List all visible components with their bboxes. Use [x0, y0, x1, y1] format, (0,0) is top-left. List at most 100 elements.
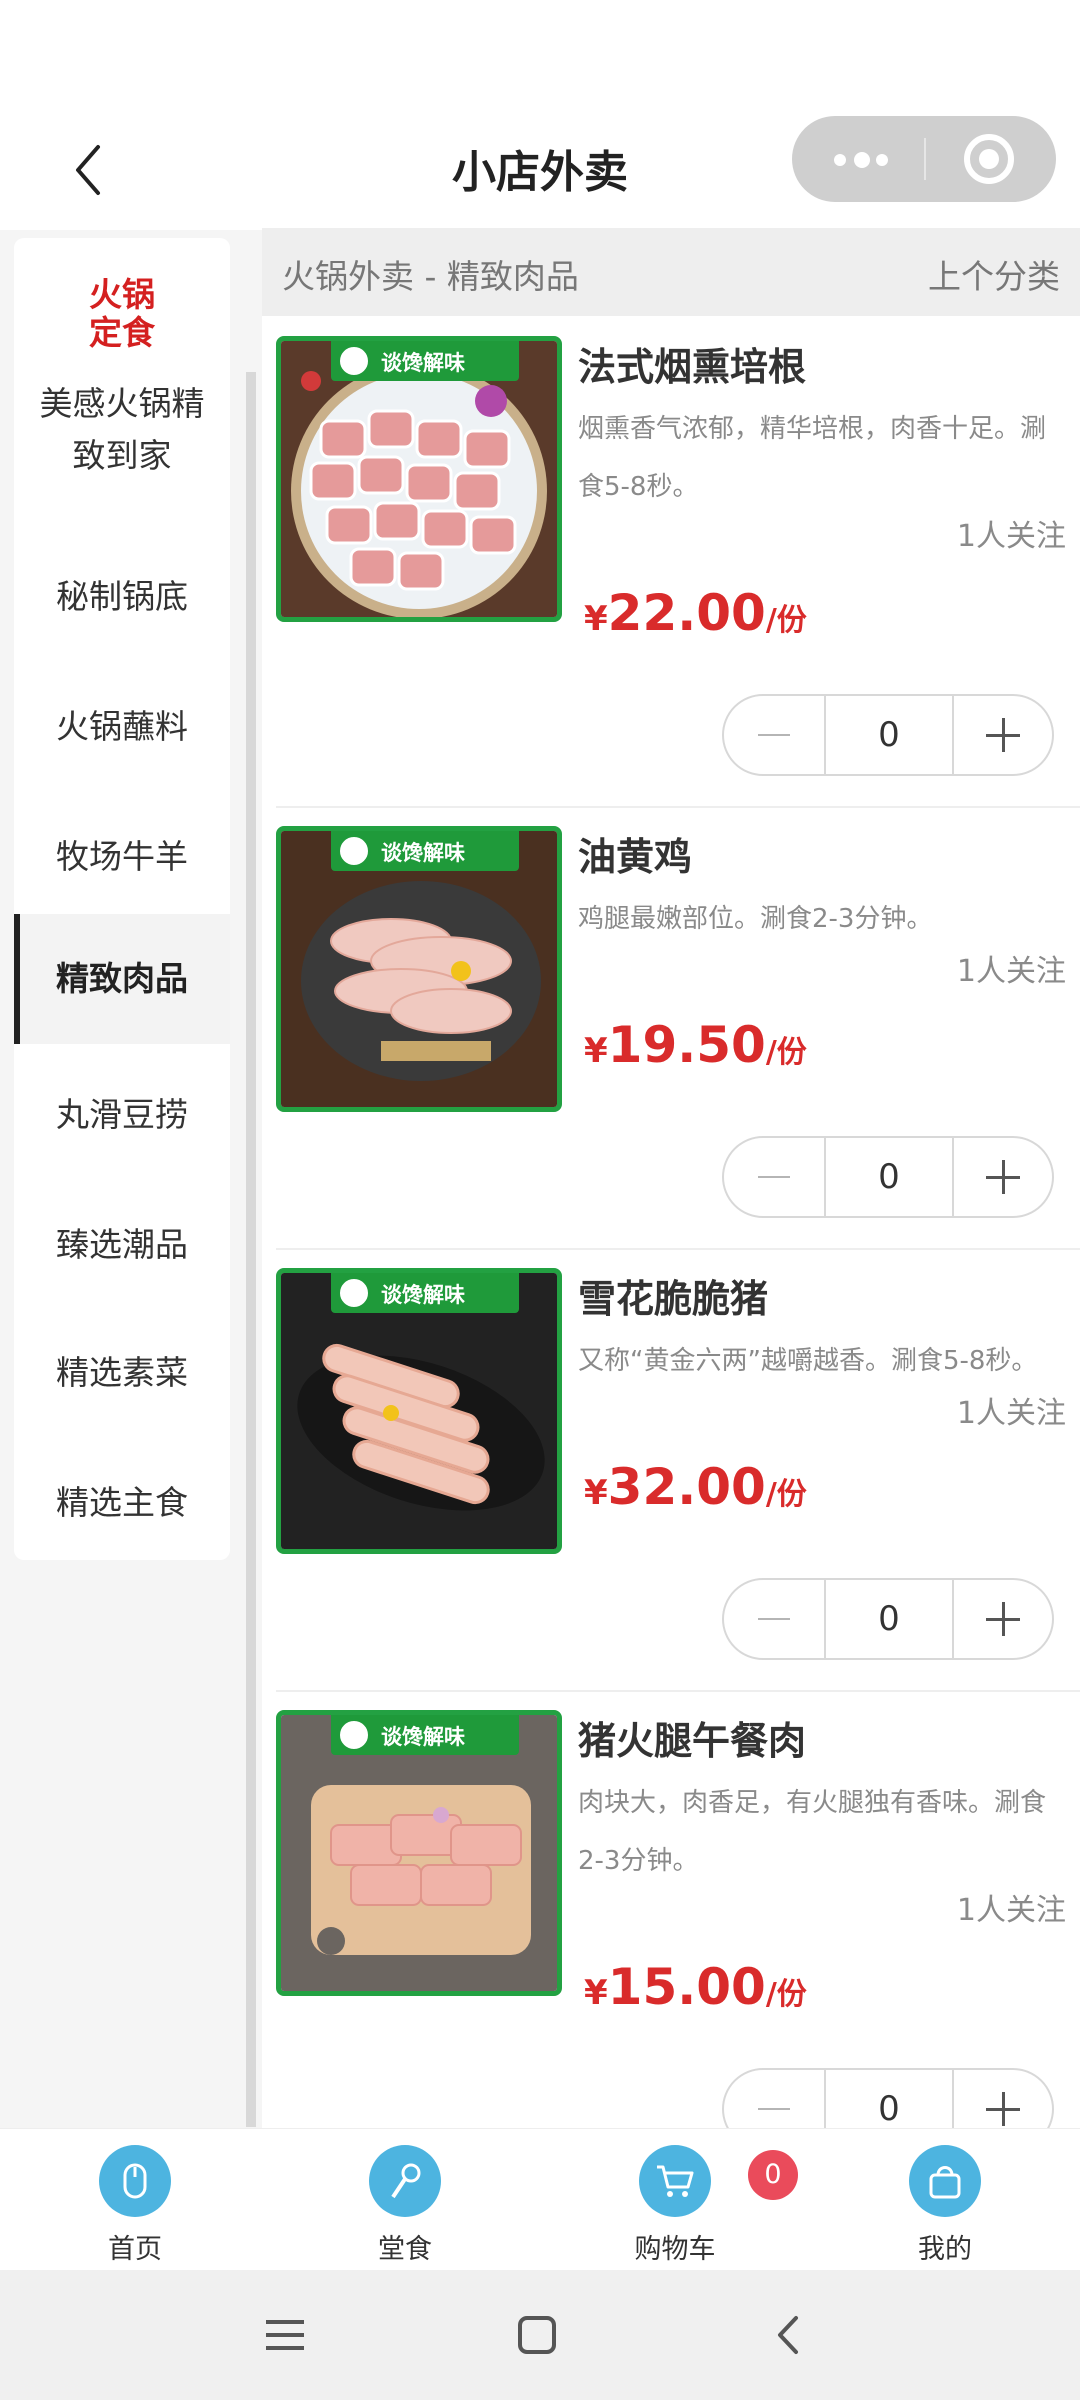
product-image[interactable]: 谈馋解味: [276, 1268, 562, 1554]
sidebar-item[interactable]: 精选素菜: [14, 1346, 230, 1394]
product-name: 法式烟熏培根: [578, 345, 807, 389]
sidebar-item[interactable]: 火锅蘸料: [14, 700, 230, 748]
product-description: 鸡腿最嫩部位。涮食2-3分钟。: [578, 904, 933, 934]
product-name: 雪花脆脆猪: [578, 1277, 769, 1321]
follow-count: 1人关注: [956, 1396, 1066, 1431]
sidebar-item[interactable]: 臻选潮品: [14, 1218, 230, 1266]
product-description: 烟熏香气浓郁，精华培根，肉香十足。涮食5-8秒。: [578, 414, 1047, 502]
increase-button[interactable]: [952, 2070, 1052, 2128]
product-description: 又称“黄金六两”越嚼越香。涮食5-8秒。: [578, 1346, 1038, 1376]
quantity-value[interactable]: 0: [824, 2070, 954, 2128]
sidebar-item[interactable]: 秘制锅底: [14, 570, 230, 618]
tab-mine[interactable]: 我的: [810, 2129, 1080, 2271]
product-photo: [281, 341, 557, 617]
decrease-button[interactable]: [724, 696, 824, 774]
product-image[interactable]: 谈馋解味: [276, 826, 562, 1112]
more-dots-icon: [834, 154, 846, 166]
increase-button[interactable]: [952, 1580, 1052, 1658]
decrease-button[interactable]: [724, 2070, 824, 2128]
follow-count: 1人关注: [956, 1893, 1066, 1928]
divider: [276, 1690, 1080, 1692]
product-name: 油黄鸡: [578, 835, 693, 879]
sidebar-item[interactable]: 精选主食: [14, 1476, 230, 1524]
product-image[interactable]: 谈馋解味: [276, 336, 562, 622]
tab-home[interactable]: 首页: [0, 2129, 270, 2271]
quantity-stepper: 0: [722, 1136, 1054, 1218]
quantity-value[interactable]: 0: [824, 696, 954, 774]
product-image[interactable]: 谈馋解味: [276, 1710, 562, 1996]
brand-badge: 谈馋解味: [331, 1715, 519, 1755]
brand-badge: 谈馋解味: [331, 1273, 519, 1313]
section-title: 火锅外卖 - 精致肉品: [282, 257, 579, 296]
brand-seal-icon: [337, 1718, 371, 1752]
status-bar-area: [0, 0, 1080, 110]
section-header: 火锅外卖 - 精致肉品 上个分类: [262, 228, 1080, 316]
back-arrow-icon: [778, 2316, 798, 2354]
quantity-stepper: 0: [722, 2068, 1054, 2128]
brand-badge-text: 谈馋解味: [381, 1283, 465, 1307]
product-price: ¥32.00/份: [584, 1458, 807, 1516]
product-list[interactable]: 谈馋解味 法式烟熏培根 烟熏香气浓郁，精华培根，肉香十足。涮食5-8秒。 1人关…: [262, 316, 1080, 2128]
cart-count-badge: 0: [748, 2150, 798, 2200]
more-button[interactable]: [792, 116, 924, 202]
product-photo: [281, 1273, 557, 1549]
system-back-button[interactable]: [754, 2300, 824, 2370]
product-price: ¥15.00/份: [584, 1958, 807, 2016]
product-description: 肉块大，肉香足，有火腿独有香味。涮食2-3分钟。: [578, 1788, 1047, 1876]
tab-label: 我的: [918, 2234, 972, 2265]
nav-bar: 小店外卖: [0, 110, 1080, 230]
brand-seal-icon: [337, 344, 371, 378]
prev-category-link[interactable]: 上个分类: [928, 250, 1060, 298]
menu-icon: [266, 2320, 304, 2350]
product-item: 谈馋解味 油黄鸡 鸡腿最嫩部位。涮食2-3分钟。 1人关注 ¥19.50/份 0: [262, 806, 1080, 1248]
tab-label: 堂食: [378, 2234, 432, 2265]
product-price: ¥22.00/份: [584, 584, 807, 642]
brand-badge: 谈馋解味: [331, 831, 519, 871]
increase-button[interactable]: [952, 1138, 1052, 1216]
brand-badge-text: 谈馋解味: [381, 1725, 465, 1749]
brand-seal-icon: [337, 1276, 371, 1310]
decrease-button[interactable]: [724, 1138, 824, 1216]
sidebar-scrollbar[interactable]: [246, 372, 256, 2127]
menu-button[interactable]: [250, 2300, 320, 2370]
quantity-stepper: 0: [722, 1578, 1054, 1660]
product-price: ¥19.50/份: [584, 1016, 807, 1074]
brand-badge-text: 谈馋解味: [381, 841, 465, 865]
divider: [276, 806, 1080, 808]
product-item: 谈馋解味 法式烟熏培根 烟熏香气浓郁，精华培根，肉香十足。涮食5-8秒。 1人关…: [262, 316, 1080, 776]
sidebar-item[interactable]: 牧场牛羊: [14, 830, 230, 878]
product-item: 谈馋解味 雪花脆脆猪 又称“黄金六两”越嚼越香。涮食5-8秒。 1人关注 ¥32…: [262, 1248, 1080, 1690]
product-photo: [281, 831, 557, 1107]
key-icon: [369, 2145, 441, 2217]
sidebar-group-title[interactable]: 火锅 定食: [14, 276, 230, 352]
tab-label: 首页: [108, 2234, 162, 2265]
increase-button[interactable]: [952, 696, 1052, 774]
close-target-icon[interactable]: [964, 134, 1014, 184]
tab-dine-in[interactable]: 堂食: [270, 2129, 540, 2271]
home-button[interactable]: [502, 2300, 572, 2370]
tab-label: 购物车: [634, 2234, 716, 2265]
follow-count: 1人关注: [956, 954, 1066, 989]
bottom-tab-bar: 首页 堂食 购物车 我的: [0, 2128, 1080, 2270]
system-nav-bar: [0, 2270, 1080, 2400]
category-sidebar: 火锅 定食 美感火锅精 致到家 秘制锅底 火锅蘸料 牧场牛羊 精致肉品 丸滑豆捞…: [14, 238, 230, 1560]
product-name: 猪火腿午餐肉: [578, 1719, 807, 1763]
sidebar-item-active[interactable]: 精致肉品: [14, 914, 230, 1044]
sidebar-item[interactable]: 美感火锅精 致到家: [14, 378, 230, 482]
product-photo: [281, 1715, 557, 1991]
bag-icon: [909, 2145, 981, 2217]
square-home-icon: [518, 2316, 556, 2354]
quantity-value[interactable]: 0: [824, 1138, 954, 1216]
follow-count: 1人关注: [956, 519, 1066, 554]
brand-badge: 谈馋解味: [331, 341, 519, 381]
mini-program-capsule: [792, 116, 1056, 202]
brand-seal-icon: [337, 834, 371, 868]
sidebar-item[interactable]: 丸滑豆捞: [14, 1088, 230, 1136]
decrease-button[interactable]: [724, 1580, 824, 1658]
product-item: 谈馋解味 猪火腿午餐肉 肉块大，肉香足，有火腿独有香味。涮食2-3分钟。 1人关…: [262, 1690, 1080, 2128]
cart-icon: [639, 2145, 711, 2217]
quantity-stepper: 0: [722, 694, 1054, 776]
quantity-value[interactable]: 0: [824, 1580, 954, 1658]
brand-badge-text: 谈馋解味: [381, 351, 465, 375]
divider: [276, 1248, 1080, 1250]
